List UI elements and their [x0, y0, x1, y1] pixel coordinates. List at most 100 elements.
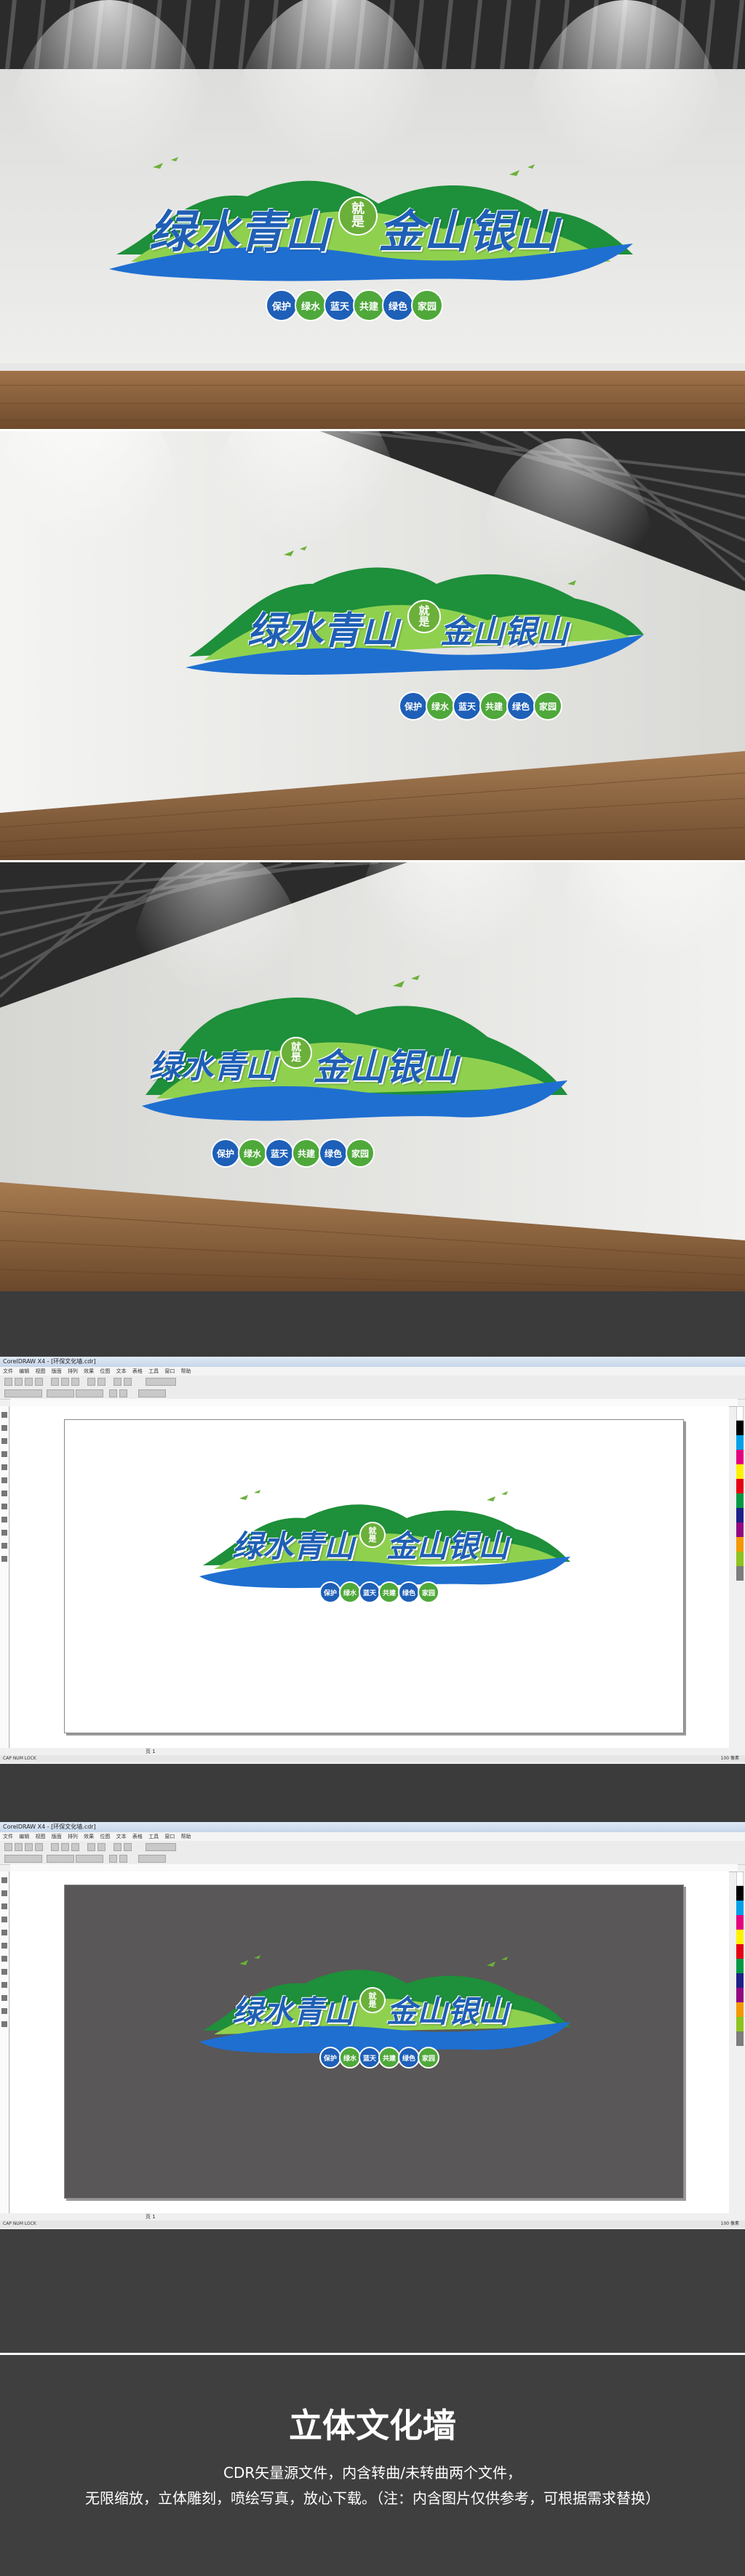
badge-5: 绿色 [506, 691, 535, 721]
sign-jiu-circle: 就是 [359, 1522, 386, 1548]
menu-effects[interactable]: 效果 [84, 1368, 94, 1374]
document-page[interactable]: 绿水青山 就是 金山银山 保护 绿水 蓝天 共建 绿色 家园 [64, 1419, 684, 1733]
export-icon[interactable] [124, 1843, 132, 1851]
menu-bitmaps[interactable]: 位图 [100, 1368, 110, 1374]
menu-edit[interactable]: 编辑 [19, 1368, 29, 1374]
badge-2: 绿水 [426, 691, 455, 721]
badge-1: 保护 [266, 289, 298, 321]
footer-line-1: CDR矢量源文件，内含转曲/未转曲两个文件， [223, 2464, 522, 2481]
sign-slogan-part2: 金山银山 [440, 614, 568, 651]
width-field[interactable] [47, 1855, 74, 1863]
dark-band [0, 1291, 745, 1357]
menu-text[interactable]: 文本 [116, 1834, 127, 1839]
menu-file[interactable]: 文件 [3, 1368, 13, 1374]
page-tab[interactable]: 页 1 [146, 1748, 156, 1755]
new-icon[interactable] [4, 1843, 12, 1851]
menu-file[interactable]: 文件 [3, 1834, 13, 1839]
menu-view[interactable]: 视图 [35, 1368, 45, 1374]
color-palette[interactable] [736, 1406, 744, 1748]
units-dropdown[interactable] [138, 1389, 166, 1397]
drawing-workspace[interactable]: 绿水青山 就是 金山银山 保护 绿水 蓝天 共建 绿色 家园 [10, 1406, 729, 1748]
menu-table[interactable]: 表格 [132, 1368, 143, 1374]
badge-5: 绿色 [319, 1139, 348, 1168]
height-field[interactable] [76, 1389, 103, 1397]
editor-window-1: CorelDRAW X4 - [环保文化墙.cdr] 文件 编辑 视图 版面 排… [0, 1357, 745, 1764]
zoom-icon[interactable] [146, 1378, 176, 1386]
undo-icon[interactable] [87, 1378, 95, 1386]
zoom-icon[interactable] [146, 1843, 176, 1851]
drawing-workspace[interactable]: 绿水青山 就是 金山银山 保护 绿水 蓝天 共建 绿色 家园 [10, 1871, 729, 2213]
menu-tools[interactable]: 工具 [148, 1834, 159, 1839]
jiu-top-char: 就 [291, 1042, 301, 1054]
save-icon[interactable] [25, 1843, 33, 1851]
status-right: 100 像素 [720, 2221, 739, 2226]
portrait-icon[interactable] [109, 1855, 117, 1863]
badge-3: 蓝天 [359, 2047, 381, 2069]
menu-window[interactable]: 窗口 [164, 1834, 175, 1839]
menu-help[interactable]: 帮助 [181, 1368, 191, 1374]
menu-layout[interactable]: 版面 [52, 1368, 62, 1374]
menu-text[interactable]: 文本 [116, 1368, 127, 1374]
badge-4: 共建 [378, 1581, 400, 1603]
jiu-bottom-char: 是 [368, 1999, 377, 2009]
menu-arrange[interactable]: 排列 [68, 1368, 78, 1374]
print-icon[interactable] [35, 1378, 43, 1386]
paper-size-dropdown[interactable] [4, 1855, 42, 1863]
sign-jiu-circle: 就是 [407, 600, 441, 633]
import-icon[interactable] [113, 1843, 121, 1851]
save-icon[interactable] [25, 1378, 33, 1386]
copy-icon[interactable] [61, 1378, 69, 1386]
menu-effects[interactable]: 效果 [84, 1834, 94, 1839]
badge-2: 绿水 [339, 1581, 361, 1603]
badge-6: 家园 [418, 1581, 439, 1603]
cut-icon[interactable] [51, 1843, 59, 1851]
undo-icon[interactable] [87, 1843, 95, 1851]
landscape-icon[interactable] [119, 1855, 127, 1863]
units-dropdown[interactable] [138, 1855, 166, 1863]
copy-icon[interactable] [61, 1843, 69, 1851]
open-icon[interactable] [15, 1378, 23, 1386]
paste-icon[interactable] [71, 1378, 79, 1386]
menu-tools[interactable]: 工具 [148, 1368, 159, 1374]
height-field[interactable] [76, 1855, 103, 1863]
menu-layout[interactable]: 版面 [52, 1834, 62, 1839]
new-icon[interactable] [4, 1378, 12, 1386]
color-palette[interactable] [736, 1871, 744, 2213]
menu-view[interactable]: 视图 [35, 1834, 45, 1839]
menu-edit[interactable]: 编辑 [19, 1834, 29, 1839]
width-field[interactable] [47, 1389, 74, 1397]
badge-4: 共建 [479, 691, 509, 721]
sign-slogan-part2: 金山银山 [378, 205, 559, 258]
portrait-icon[interactable] [109, 1389, 117, 1397]
page-tab[interactable]: 页 1 [146, 2213, 156, 2220]
sign-slogan-part1: 绿水青山 [149, 205, 330, 258]
sign-slogan-part1: 绿水青山 [232, 1528, 355, 1564]
badge-6: 家园 [411, 289, 443, 321]
badge-4: 共建 [378, 2047, 400, 2069]
window-title: CorelDRAW X4 - [环保文化墙.cdr] [0, 1822, 745, 1832]
landscape-icon[interactable] [119, 1389, 127, 1397]
export-icon[interactable] [124, 1378, 132, 1386]
print-icon[interactable] [35, 1843, 43, 1851]
paper-size-dropdown[interactable] [4, 1389, 42, 1397]
sign-jiu-circle: 就是 [338, 196, 378, 236]
toolbox [0, 1871, 9, 2213]
menu-window[interactable]: 窗口 [164, 1368, 175, 1374]
document-page[interactable]: 绿水青山 就是 金山银山 保护 绿水 蓝天 共建 绿色 家园 [64, 1885, 684, 2199]
badge-3: 蓝天 [453, 691, 482, 721]
badge-1: 保护 [399, 691, 428, 721]
redo-icon[interactable] [97, 1378, 105, 1386]
badge-3: 蓝天 [324, 289, 356, 321]
menu-arrange[interactable]: 排列 [68, 1834, 78, 1839]
cut-icon[interactable] [51, 1378, 59, 1386]
sign-slogan-part1: 绿水青山 [149, 1048, 277, 1086]
footer-title: 立体文化墙 [289, 2406, 456, 2445]
badge-5: 绿色 [398, 1581, 420, 1603]
import-icon[interactable] [113, 1378, 121, 1386]
paste-icon[interactable] [71, 1843, 79, 1851]
menu-bitmaps[interactable]: 位图 [100, 1834, 110, 1839]
menu-help[interactable]: 帮助 [181, 1834, 191, 1839]
open-icon[interactable] [15, 1843, 23, 1851]
redo-icon[interactable] [97, 1843, 105, 1851]
menu-table[interactable]: 表格 [132, 1834, 143, 1839]
